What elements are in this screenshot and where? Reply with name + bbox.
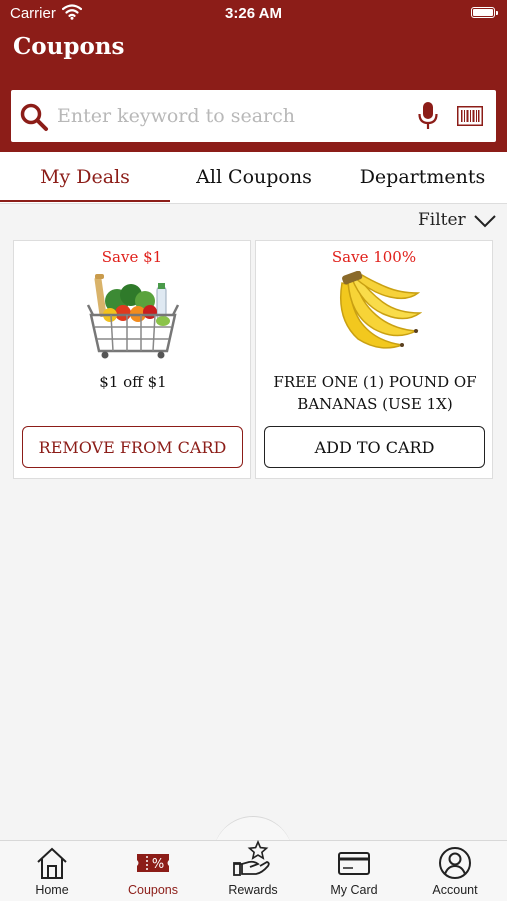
nav-account[interactable]: Account	[410, 846, 500, 900]
nav-label: Home	[35, 883, 69, 897]
page-title: Coupons	[13, 33, 125, 60]
status-bar: Carrier 3:26 AM	[0, 0, 507, 28]
nav-rewards[interactable]: Rewards	[208, 840, 298, 900]
coupon-savings: Save $1	[101, 248, 163, 266]
svg-text:%: %	[152, 857, 164, 872]
chevron-down-icon[interactable]	[474, 214, 496, 228]
grocery-basket-image	[86, 274, 180, 359]
coupon-description: $1 off $1	[99, 373, 167, 391]
barcode-scanner-icon[interactable]	[457, 106, 483, 126]
card-icon	[338, 852, 370, 875]
bananas-image	[340, 271, 422, 349]
app-header: Carrier 3:26 AM Coupons	[0, 0, 507, 152]
nav-home[interactable]: Home	[7, 846, 97, 900]
coupon-icon: %	[137, 854, 169, 872]
nav-label: Rewards	[228, 883, 278, 897]
search-input[interactable]	[57, 98, 397, 134]
nav-coupons[interactable]: % Coupons	[108, 846, 198, 900]
tab-all-coupons[interactable]: All Coupons	[170, 152, 338, 203]
battery-icon	[471, 7, 498, 18]
filter-button[interactable]: Filter	[418, 210, 466, 230]
coupon-description: FREE ONE (1) POUND OF BANANAS (USE 1X)	[273, 373, 477, 413]
segment-tabs: My Deals All Coupons Departments	[0, 152, 507, 204]
microphone-icon[interactable]	[417, 101, 439, 131]
home-icon	[37, 847, 67, 879]
account-icon	[439, 847, 471, 879]
nav-label: Coupons	[127, 883, 179, 897]
status-time: 3:26 AM	[225, 5, 282, 22]
coupon-card[interactable]: Save $1 $1 off $1 REMOVE FROM CARD	[13, 240, 251, 479]
tab-my-deals[interactable]: My Deals	[0, 152, 170, 203]
nav-label: Account	[432, 883, 478, 897]
nav-label: My Card	[330, 883, 378, 897]
tab-departments[interactable]: Departments	[338, 152, 507, 203]
add-to-card-button[interactable]: ADD TO CARD	[264, 426, 485, 468]
rewards-icon	[233, 840, 270, 876]
search-icon[interactable]	[19, 102, 49, 132]
active-tab-indicator	[0, 200, 170, 202]
nav-my-card[interactable]: My Card	[309, 846, 399, 900]
coupon-card[interactable]: Save 100% FREE ONE (1) POUND OF BANANAS …	[255, 240, 493, 479]
remove-from-card-button[interactable]: REMOVE FROM CARD	[22, 426, 243, 468]
search-bar	[11, 90, 496, 142]
coupon-savings: Save 100%	[331, 248, 417, 266]
